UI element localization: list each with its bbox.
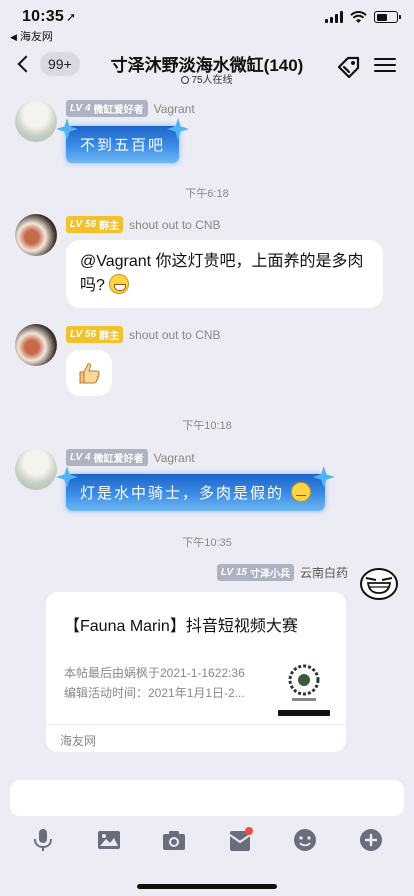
avatar-owner[interactable] [15,214,57,256]
sender-name: shout out to CNB [129,217,221,232]
location-arrow-icon: ➚ [66,10,77,24]
avatar-owner[interactable] [15,324,57,366]
camera-button[interactable] [160,826,188,854]
grin-emoji-icon [109,274,130,294]
menu-button[interactable] [374,55,396,75]
card-summary-line-2: 编辑活动时间：2021年1月1日-2... [64,686,245,700]
status-icons [325,11,401,23]
level-badge: LV 56 群主 [66,326,124,343]
online-icon [181,76,190,84]
card-summary-line-1: 本帖最后由娲枫于2021-1-1622:36 [64,666,245,680]
meh-emoji-icon [290,482,311,502]
sender-name: Vagrant [153,101,195,116]
status-time: 10:35 [22,8,64,25]
thumbs-up-icon [79,363,100,384]
image-icon [98,831,120,849]
avatar-vagrant[interactable] [15,448,57,490]
sticker-bubble[interactable] [66,350,112,396]
level-badge: LV 56 群主 [66,216,124,233]
sender-meta: LV 56 群主 shout out to CNB [66,326,221,343]
message-bubble[interactable]: 不到五百吧 [66,126,180,163]
sender-name: Vagrant [153,450,195,465]
smirk-face-icon [360,568,398,600]
status-bar: 10:35 ➚ ◀ 海友网 [0,0,414,44]
sender-meta: LV 4 微缸爱好者 Vagrant [66,449,195,466]
card-footer: 海友网 [46,724,346,752]
timestamp: 下午10:35 [182,537,232,549]
sender-meta: LV 15 寸泽小兵 云南白药 [216,564,348,581]
voice-button[interactable] [29,826,57,854]
wifi-icon [350,11,367,23]
level-badge: LV 15 寸泽小兵 [216,564,294,581]
card-thumbnail [278,658,330,710]
thumbnail-caption-bar [278,710,330,716]
microphone-icon [34,829,52,851]
red-packet-button[interactable] [226,826,254,854]
menu-icon [374,58,396,72]
timestamp: 下午10:18 [182,420,232,432]
sender-name: 云南白药 [299,566,348,580]
timestamp: 下午6:18 [185,188,229,200]
plus-icon [360,829,382,851]
level-badge: LV 4 微缸爱好者 [66,449,148,466]
composer [0,756,414,896]
chat-header: 99+ 寸泽沐野淡海水微缸(140) 75人在线 [0,44,414,90]
message-text: 灯是水中骑士，多肉是假的 [80,484,285,502]
message-bubble[interactable]: @Vagrant 你这灯贵吧，上面养的是多肉吗? [66,240,383,308]
link-card[interactable]: 【Fauna Marin】抖音短视频大赛 本帖最后由娲枫于2021-1-1622… [46,592,346,752]
tag-icon [337,56,360,79]
battery-icon [374,11,401,23]
red-packet-icon [229,827,253,851]
avatar-vagrant[interactable] [15,100,57,142]
card-title: 【Fauna Marin】抖音短视频大赛 [64,618,298,635]
message-list[interactable]: LV 4 微缸爱好者 Vagrant 不到五百吧 下午6:18 LV 56 群主 s… [0,90,414,756]
back-app-label: 海友网 [19,31,53,43]
level-badge: LV 4 微缸爱好者 [66,100,148,117]
camera-icon [163,831,185,850]
emoji-button[interactable] [291,826,319,854]
back-triangle-icon: ◀ [10,32,17,42]
sender-meta: LV 56 群主 shout out to CNB [66,216,221,233]
online-label: 75人在线 [191,75,233,86]
message-text: 不到五百吧 [80,136,166,154]
cellular-signal-icon [325,11,343,23]
avatar-yunnanbaiyao[interactable] [359,566,399,602]
sender-name: shout out to CNB [129,327,221,342]
message-bubble[interactable]: 灯是水中骑士，多肉是假的 [66,474,325,511]
photo-button[interactable] [95,826,123,854]
more-button[interactable] [357,826,385,854]
message-input[interactable] [10,780,404,816]
home-indicator[interactable] [137,884,277,889]
group-tag-button[interactable] [336,55,362,79]
composer-toolbar [0,826,414,860]
sender-meta: LV 4 微缸爱好者 Vagrant [66,100,195,117]
back-to-app-link[interactable]: ◀ 海友网 [10,28,53,44]
emoji-icon [294,829,316,851]
